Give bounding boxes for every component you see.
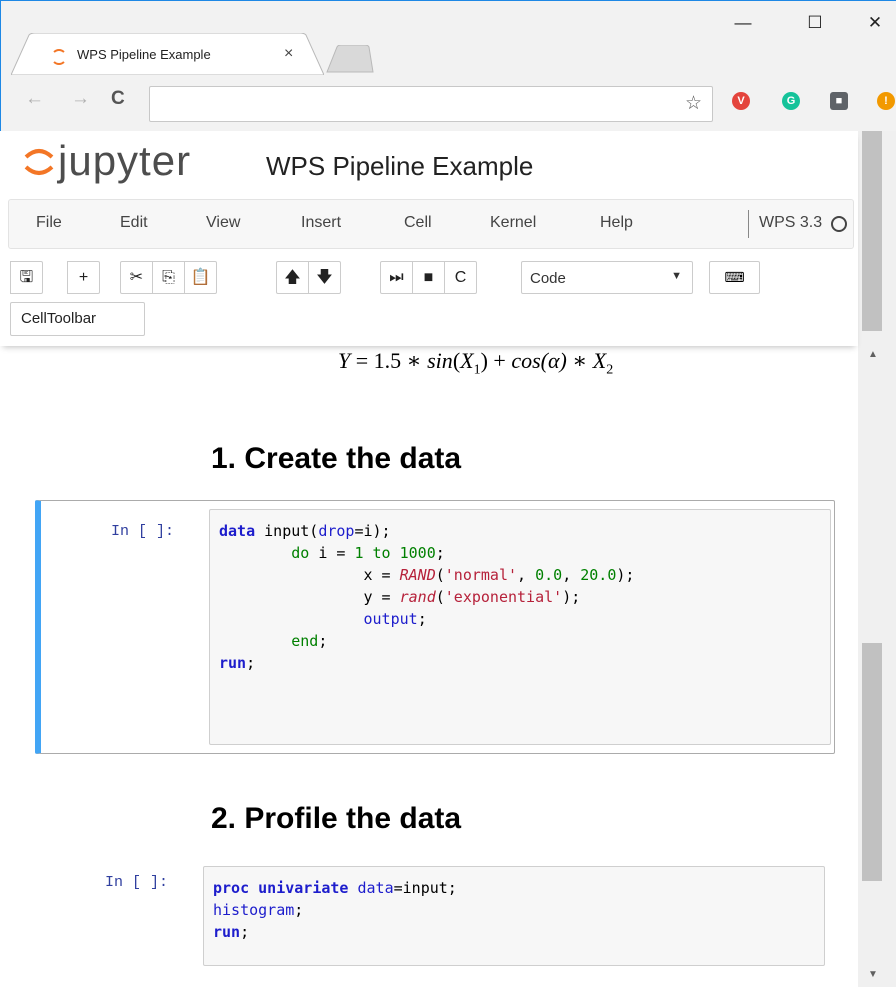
run-button[interactable]: ⏭	[380, 261, 413, 294]
cell-prompt: In [ ]:	[111, 523, 175, 540]
jupyter-logo-icon	[24, 149, 54, 175]
paste-button[interactable]: 📋	[184, 261, 217, 294]
move-down-button[interactable]: 🡇	[308, 261, 341, 294]
menu-view[interactable]: View	[206, 214, 240, 232]
ext-alert-icon[interactable]: !	[877, 92, 895, 110]
section-heading: 1. Create the data	[211, 442, 462, 475]
new-tab-button[interactable]	[325, 45, 375, 73]
browser-toolbar: ← → C ☆ V G ■ !	[1, 78, 896, 132]
edit-group: ✂ ⎘ 📋	[120, 261, 217, 294]
maximize-button[interactable]: ☐	[800, 13, 830, 33]
menu-cell[interactable]: Cell	[404, 214, 432, 232]
grammarly-ext-icon[interactable]: G	[782, 92, 800, 110]
browser-chrome: WPS Pipeline Example × — ☐ ✕ ← → C ☆ V G…	[0, 0, 896, 132]
add-cell-button[interactable]: +	[67, 261, 100, 294]
scrollbar[interactable]: ▲ ▼	[858, 131, 896, 987]
jupyter-favicon-icon	[51, 49, 67, 65]
tab-close-icon[interactable]: ×	[284, 45, 293, 63]
header-scrollbar-track	[862, 131, 882, 331]
restart-button[interactable]: C	[444, 261, 477, 294]
forward-icon[interactable]: →	[71, 88, 90, 110]
cut-button[interactable]: ✂	[120, 261, 153, 294]
kernel-name: WPS 3.3	[759, 214, 823, 231]
code-cell[interactable]: In [ ]: proc univariate data=input; hist…	[35, 860, 835, 970]
cell-prompt: In [ ]:	[105, 874, 169, 891]
browser-tab[interactable]: WPS Pipeline Example ×	[11, 33, 324, 75]
vivaldi-ext-icon[interactable]: V	[732, 92, 750, 110]
code-text: data input(drop=i); do i = 1 to 1000; x …	[219, 522, 635, 672]
minimize-button[interactable]: —	[728, 13, 758, 33]
reload-icon[interactable]: C	[111, 88, 125, 110]
section-heading: 2. Profile the data	[211, 802, 462, 835]
code-editor[interactable]: data input(drop=i); do i = 1 to 1000; x …	[209, 509, 831, 745]
menu-insert[interactable]: Insert	[301, 214, 341, 232]
save-button[interactable]: 🖫	[10, 261, 43, 294]
code-editor[interactable]: proc univariate data=input; histogram; r…	[203, 866, 825, 966]
cell-type-value: Code	[530, 270, 566, 287]
run-group: ⏭ ■ C	[380, 261, 477, 294]
tab-title: WPS Pipeline Example	[77, 47, 211, 62]
scroll-up-icon[interactable]: ▲	[868, 349, 878, 360]
move-up-button[interactable]: 🡅	[276, 261, 309, 294]
move-group: 🡅 🡇	[276, 261, 341, 294]
kernel-idle-indicator-icon	[831, 216, 847, 232]
back-icon[interactable]: ←	[25, 88, 44, 110]
interrupt-button[interactable]: ■	[412, 261, 445, 294]
menu-bar: File Edit View Insert Cell Kernel Help W…	[8, 199, 854, 249]
keyboard-shortcuts-button[interactable]: ⌨	[709, 261, 760, 294]
jupyter-header: jupyter WPS Pipeline Example File Edit V…	[0, 131, 858, 346]
insert-group: +	[67, 261, 100, 294]
address-bar[interactable]: ☆	[149, 86, 713, 122]
code-cell[interactable]: In [ ]: data input(drop=i); do i = 1 to …	[35, 500, 835, 754]
cell-type-select[interactable]: Code ▼	[521, 261, 693, 294]
menu-divider	[748, 210, 749, 238]
menu-file[interactable]: File	[36, 214, 62, 232]
bookmark-star-icon[interactable]: ☆	[685, 92, 702, 115]
celltoolbar-button[interactable]: CellToolbar	[10, 302, 145, 336]
ext-square-icon[interactable]: ■	[830, 92, 848, 110]
chevron-down-icon: ▼	[671, 270, 682, 282]
menu-edit[interactable]: Edit	[120, 214, 148, 232]
scrollbar-thumb[interactable]	[862, 643, 882, 881]
notebook-container: Y = 1.5 ∗ sin(X1) + cos(α) ∗ X2 1. Creat…	[0, 346, 858, 987]
copy-button[interactable]: ⎘	[152, 261, 185, 294]
scroll-down-icon[interactable]: ▼	[868, 969, 878, 980]
menu-kernel[interactable]: Kernel	[490, 214, 536, 232]
menu-help[interactable]: Help	[600, 214, 633, 232]
close-window-button[interactable]: ✕	[860, 13, 890, 33]
notebook-title[interactable]: WPS Pipeline Example	[266, 151, 533, 182]
save-group: 🖫	[10, 261, 43, 294]
equation: Y = 1.5 ∗ sin(X1) + cos(α) ∗ X2	[338, 348, 614, 378]
code-text: proc univariate data=input; histogram; r…	[213, 879, 457, 941]
jupyter-logo-text[interactable]: jupyter	[58, 137, 191, 185]
